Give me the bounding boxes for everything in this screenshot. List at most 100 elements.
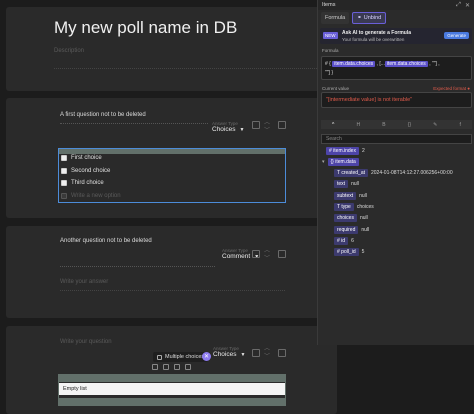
chevron-down-icon[interactable]: ▾ — [322, 159, 325, 165]
tab-h[interactable]: H — [357, 122, 361, 128]
expand-icon[interactable]: ⤢ — [456, 2, 461, 9]
expected-format-label: Expected format — [433, 86, 467, 91]
new-badge: NEW — [323, 32, 338, 39]
answer-underline — [60, 290, 285, 291]
tree-row[interactable]: # poll_id 5 — [334, 248, 364, 256]
tree-row[interactable]: # id 6 — [334, 237, 354, 245]
explorer-tabs: ^ H B {} ✎ f — [321, 120, 472, 129]
formula-editor[interactable]: # { item.data.choices , [... item.data.ch… — [321, 56, 472, 80]
link-icon[interactable] — [152, 364, 158, 370]
chevron-up-icon[interactable]: ︿ — [264, 248, 270, 254]
tree-row[interactable]: subtext null — [334, 192, 367, 200]
answer-type-select[interactable]: Choices ▼ — [213, 351, 245, 358]
question-2-actions — [252, 250, 260, 258]
multiple-choices-toggle[interactable]: Multiple choices — [153, 352, 209, 362]
tab-unbind[interactable]: ⚭ Unbind — [352, 12, 387, 24]
duplicate-icon[interactable] — [174, 364, 180, 370]
close-icon[interactable]: ✕ — [202, 352, 211, 361]
chevron-down-icon[interactable]: ﹀ — [264, 354, 270, 360]
tab-label: Unbind — [363, 15, 382, 21]
tree-row-item-index[interactable]: # item.index 2 — [326, 147, 365, 155]
tree-row[interactable]: T created_at 2024-01-08T14:12:27.006256+… — [334, 169, 453, 177]
choice-item[interactable]: Third choice — [61, 180, 104, 186]
tree-row[interactable]: required null — [334, 226, 369, 234]
list-footer-bar — [59, 398, 285, 405]
reorder-arrows: ︿ ﹀ — [263, 120, 271, 134]
move-icon[interactable] — [163, 364, 169, 370]
tree-row[interactable]: text null — [334, 180, 359, 188]
reorder-arrows: ︿ ﹀ — [263, 346, 271, 360]
trash-icon[interactable] — [278, 250, 286, 258]
search-input[interactable]: Search — [321, 134, 472, 144]
tab-label: Formula — [325, 15, 346, 21]
tree-value: 2 — [361, 148, 365, 154]
tab-edit[interactable]: ✎ — [433, 122, 437, 128]
choice-item[interactable]: First choice — [61, 155, 102, 161]
delete-action — [278, 349, 286, 357]
tree-row[interactable]: choices null — [334, 214, 368, 222]
choices-list-empty: Empty list — [58, 374, 286, 406]
reorder-arrows: ︿ ﹀ — [263, 248, 271, 262]
tree-key: text — [334, 180, 349, 188]
question-1-actions — [252, 121, 260, 129]
new-option-placeholder: Write a new option — [71, 193, 121, 199]
tree-row-item-data[interactable]: ▾ {} item.data — [322, 158, 359, 166]
answer-input[interactable]: Write your answer — [60, 279, 108, 285]
answer-type-value: Choices — [212, 126, 236, 133]
trash-icon[interactable] — [278, 349, 286, 357]
tab-json[interactable]: {} — [408, 122, 411, 128]
generate-button[interactable]: Generate — [444, 32, 469, 39]
copy-icon[interactable] — [252, 121, 260, 129]
question-3-input[interactable]: Write your question — [60, 339, 112, 345]
tree-value: 5 — [361, 249, 365, 255]
chevron-up-icon[interactable]: ︿ — [264, 120, 270, 126]
ai-subtitle: Your formula will be overwritten — [342, 37, 405, 42]
tree-value: 6 — [351, 238, 354, 244]
trash-icon[interactable] — [278, 121, 286, 129]
choices-list: First choice Second choice Third choice … — [58, 148, 286, 203]
chevron-down-icon: ▼ — [240, 351, 246, 358]
answer-type-select[interactable]: Choices ▼ — [212, 126, 244, 133]
poll-title[interactable]: My new poll name in DB — [54, 18, 237, 38]
unlink-icon: ⚭ — [357, 15, 362, 21]
expected-format-link[interactable]: Expected format ● — [433, 86, 470, 91]
ai-title: Ask AI to generate a Formula — [342, 30, 411, 36]
formula-text: , [... — [375, 61, 385, 67]
question-2-underline — [60, 266, 215, 267]
tab-b[interactable]: B — [382, 122, 385, 128]
chevron-down-icon[interactable]: ﹀ — [264, 256, 270, 262]
current-value-caption: Current value — [322, 86, 350, 91]
new-option-input[interactable]: Write a new option — [61, 193, 121, 199]
copy-icon[interactable] — [252, 349, 260, 357]
tree-value: choices — [356, 204, 374, 210]
question-3-actions — [252, 349, 260, 357]
chevron-down-icon[interactable]: ﹀ — [264, 128, 270, 134]
checkbox-icon[interactable] — [157, 354, 162, 360]
trash-icon[interactable] — [185, 364, 191, 370]
delete-action — [278, 250, 286, 258]
tab-explorer[interactable]: ^ — [332, 122, 334, 128]
copy-icon[interactable] — [252, 250, 260, 258]
tree-key: # item.index — [326, 147, 359, 155]
tree-key: choices — [334, 214, 357, 222]
formula-token[interactable]: item.data.choices — [332, 61, 376, 67]
formula-caption: Formula — [322, 48, 339, 53]
question-1-label[interactable]: A first question not to be deleted — [60, 112, 146, 118]
checkbox-icon[interactable] — [61, 168, 67, 174]
question-2-label[interactable]: Another question not to be deleted — [60, 238, 152, 244]
checkbox-icon[interactable] — [61, 155, 67, 161]
description-input[interactable]: Description — [54, 48, 84, 54]
tree-value: 2024-01-08T14:12:27.006256+00:00 — [371, 170, 453, 176]
binding-panel: Items ⤢ ✕ Formula ⚭ Unbind NEW Ask AI to… — [317, 0, 474, 345]
chevron-up-icon[interactable]: ︿ — [264, 346, 270, 352]
tree-row[interactable]: T type choices — [334, 203, 374, 211]
choice-item[interactable]: Second choice — [61, 168, 110, 174]
multiple-choices-label: Multiple choices — [165, 354, 205, 360]
question-card-2 — [6, 226, 337, 318]
close-icon[interactable]: ✕ — [465, 2, 470, 9]
tree-value: null — [361, 227, 370, 233]
tab-formula[interactable]: Formula — [321, 12, 350, 24]
formula-token[interactable]: item.data.choices — [384, 61, 428, 67]
checkbox-icon[interactable] — [61, 180, 67, 186]
tab-function[interactable]: f — [459, 122, 460, 128]
